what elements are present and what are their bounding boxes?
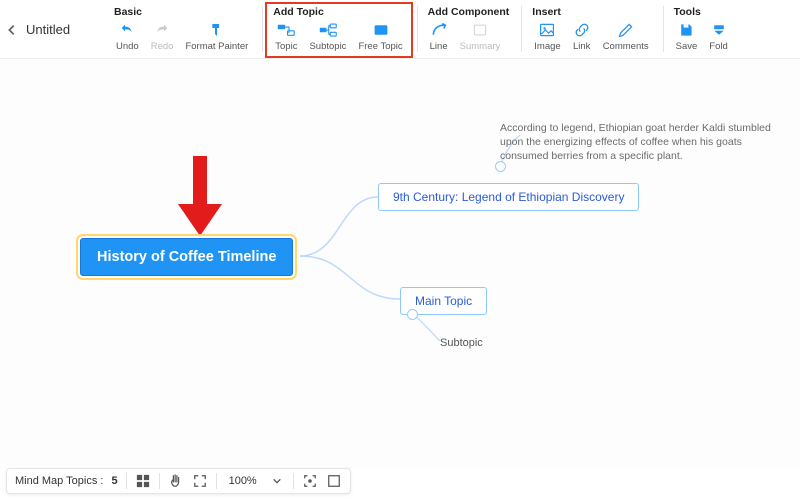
fold-label: Fold: [709, 41, 727, 52]
format-painter-button[interactable]: Format Painter: [179, 19, 254, 56]
group-add-component-title: Add Component: [424, 4, 514, 19]
document-title[interactable]: Untitled: [20, 2, 106, 37]
undo-button[interactable]: Undo: [110, 19, 145, 56]
node-port-icon[interactable]: [495, 161, 506, 172]
status-separator: [159, 473, 160, 489]
outline-view-icon[interactable]: [135, 473, 151, 489]
image-label: Image: [534, 41, 560, 52]
comments-label: Comments: [603, 41, 649, 52]
free-topic-label: Free Topic: [358, 41, 402, 52]
node-branch-a[interactable]: 9th Century: Legend of Ethiopian Discove…: [378, 183, 639, 211]
format-painter-label: Format Painter: [185, 41, 248, 52]
summary-label: Summary: [460, 41, 501, 52]
fit-icon[interactable]: [192, 473, 208, 489]
free-topic-button[interactable]: Free Topic: [352, 19, 408, 56]
group-insert: Insert Image Link: [524, 2, 658, 56]
topic-count-value: 5: [111, 475, 117, 487]
app-menu-icon[interactable]: [4, 2, 20, 58]
zoom-level[interactable]: 100%: [225, 475, 261, 487]
group-add-topic-title: Add Topic: [269, 4, 408, 19]
comments-button[interactable]: Comments: [597, 19, 655, 56]
link-label: Link: [573, 41, 590, 52]
toolbar-separator: [521, 6, 522, 52]
subtopic-icon: [319, 21, 337, 39]
toolbar-separator: [417, 6, 418, 52]
status-separator: [216, 473, 217, 489]
topic-count-label: Mind Map Topics :: [15, 475, 103, 487]
pan-icon[interactable]: [168, 473, 184, 489]
group-insert-title: Insert: [528, 4, 654, 19]
image-button[interactable]: Image: [528, 19, 566, 56]
group-add-topic: Add Topic Topic Subtopic: [265, 2, 412, 58]
comments-icon: [617, 21, 635, 39]
center-icon[interactable]: [302, 473, 318, 489]
topic-label: Topic: [275, 41, 297, 52]
status-bar: Mind Map Topics : 5 100%: [6, 468, 351, 494]
undo-label: Undo: [116, 41, 139, 52]
link-icon: [573, 21, 591, 39]
save-icon: [677, 21, 695, 39]
link-button[interactable]: Link: [567, 19, 597, 56]
subtopic-label: Subtopic: [309, 41, 346, 52]
mindmap-canvas[interactable]: According to legend, Ethiopian goat herd…: [0, 59, 800, 469]
line-label: Line: [430, 41, 448, 52]
save-button[interactable]: Save: [670, 19, 704, 56]
fold-icon: [710, 21, 728, 39]
summary-icon: [471, 21, 489, 39]
status-separator: [293, 473, 294, 489]
summary-button[interactable]: Summary: [454, 19, 507, 56]
group-tools: Tools Save Fold: [666, 2, 738, 56]
toolbar: Untitled Basic Undo Redo F: [0, 0, 800, 59]
note-text[interactable]: According to legend, Ethiopian goat herd…: [500, 121, 790, 164]
group-tools-title: Tools: [670, 4, 734, 19]
undo-icon: [118, 21, 136, 39]
line-icon: [430, 21, 448, 39]
topic-icon: [277, 21, 295, 39]
redo-label: Redo: [151, 41, 174, 52]
annotation-arrow-icon: [170, 154, 230, 244]
subtopic-button[interactable]: Subtopic: [303, 19, 352, 56]
fullscreen-icon[interactable]: [326, 473, 342, 489]
line-button[interactable]: Line: [424, 19, 454, 56]
chevron-down-icon[interactable]: [269, 473, 285, 489]
node-subtopic[interactable]: Subtopic: [440, 337, 483, 349]
group-basic: Basic Undo Redo Format Painter: [106, 2, 258, 56]
group-add-component: Add Component Line Summary: [420, 2, 518, 56]
fold-button[interactable]: Fold: [703, 19, 733, 56]
toolbar-separator: [262, 6, 263, 52]
save-label: Save: [676, 41, 698, 52]
topic-button[interactable]: Topic: [269, 19, 303, 56]
image-icon: [538, 21, 556, 39]
node-port-icon[interactable]: [407, 309, 418, 320]
redo-icon: [153, 21, 171, 39]
free-topic-icon: [372, 21, 390, 39]
node-central[interactable]: History of Coffee Timeline: [80, 238, 293, 276]
toolbar-separator: [663, 6, 664, 52]
status-separator: [126, 473, 127, 489]
group-basic-title: Basic: [110, 4, 254, 19]
redo-button[interactable]: Redo: [145, 19, 180, 56]
format-painter-icon: [208, 21, 226, 39]
